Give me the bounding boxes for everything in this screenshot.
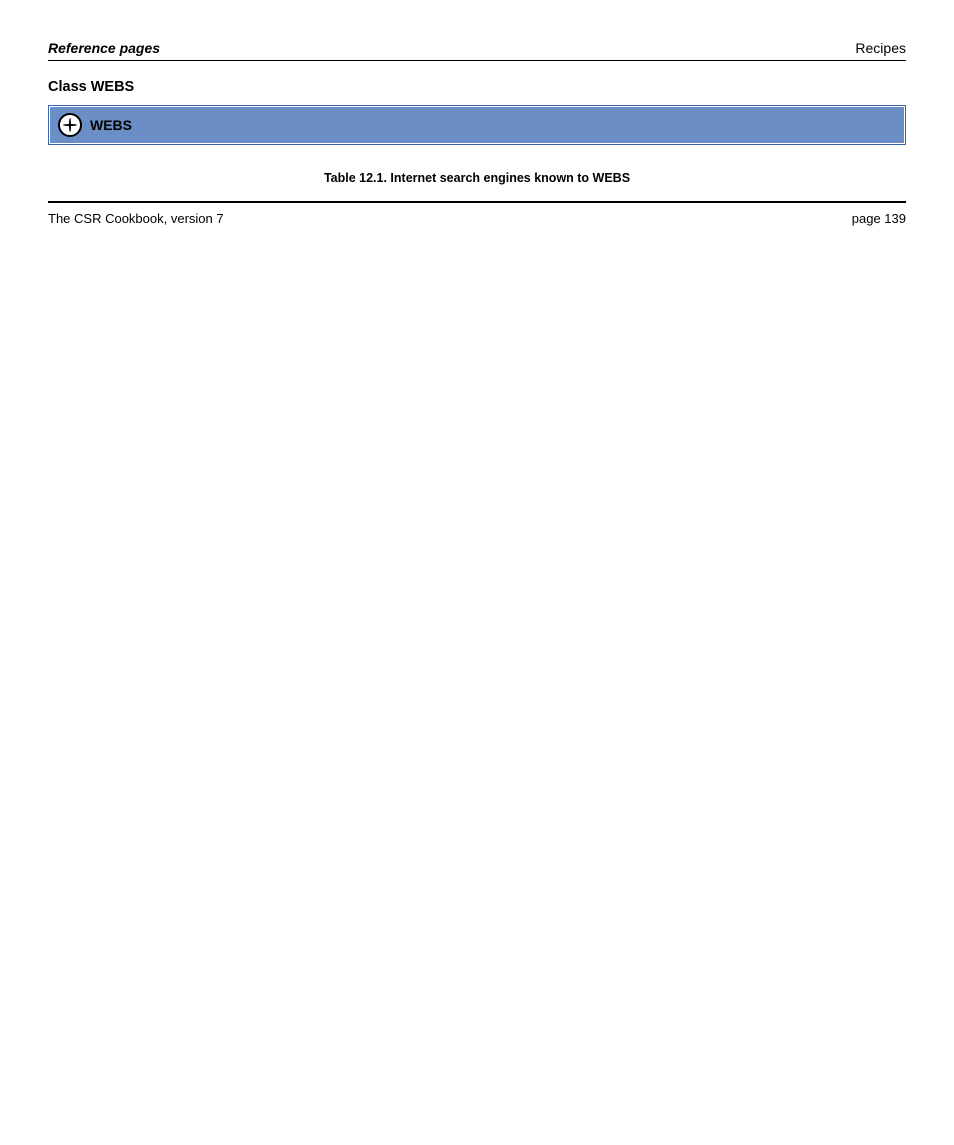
class-card: WEBS: [48, 105, 906, 145]
section-label: Recipes: [855, 40, 906, 56]
section-heading: Class WEBS: [48, 79, 906, 95]
divider: [48, 60, 906, 61]
globe-icon: [58, 113, 82, 137]
divider: [48, 201, 906, 203]
footer-left: The CSR Cookbook, version 7: [48, 211, 224, 226]
table-caption: Table 12.1. Internet search engines know…: [48, 171, 906, 185]
class-title: WEBS: [90, 117, 132, 133]
breadcrumb: Reference pages: [48, 40, 160, 56]
footer-right: page 139: [852, 211, 906, 226]
class-card-header: WEBS: [49, 106, 905, 144]
